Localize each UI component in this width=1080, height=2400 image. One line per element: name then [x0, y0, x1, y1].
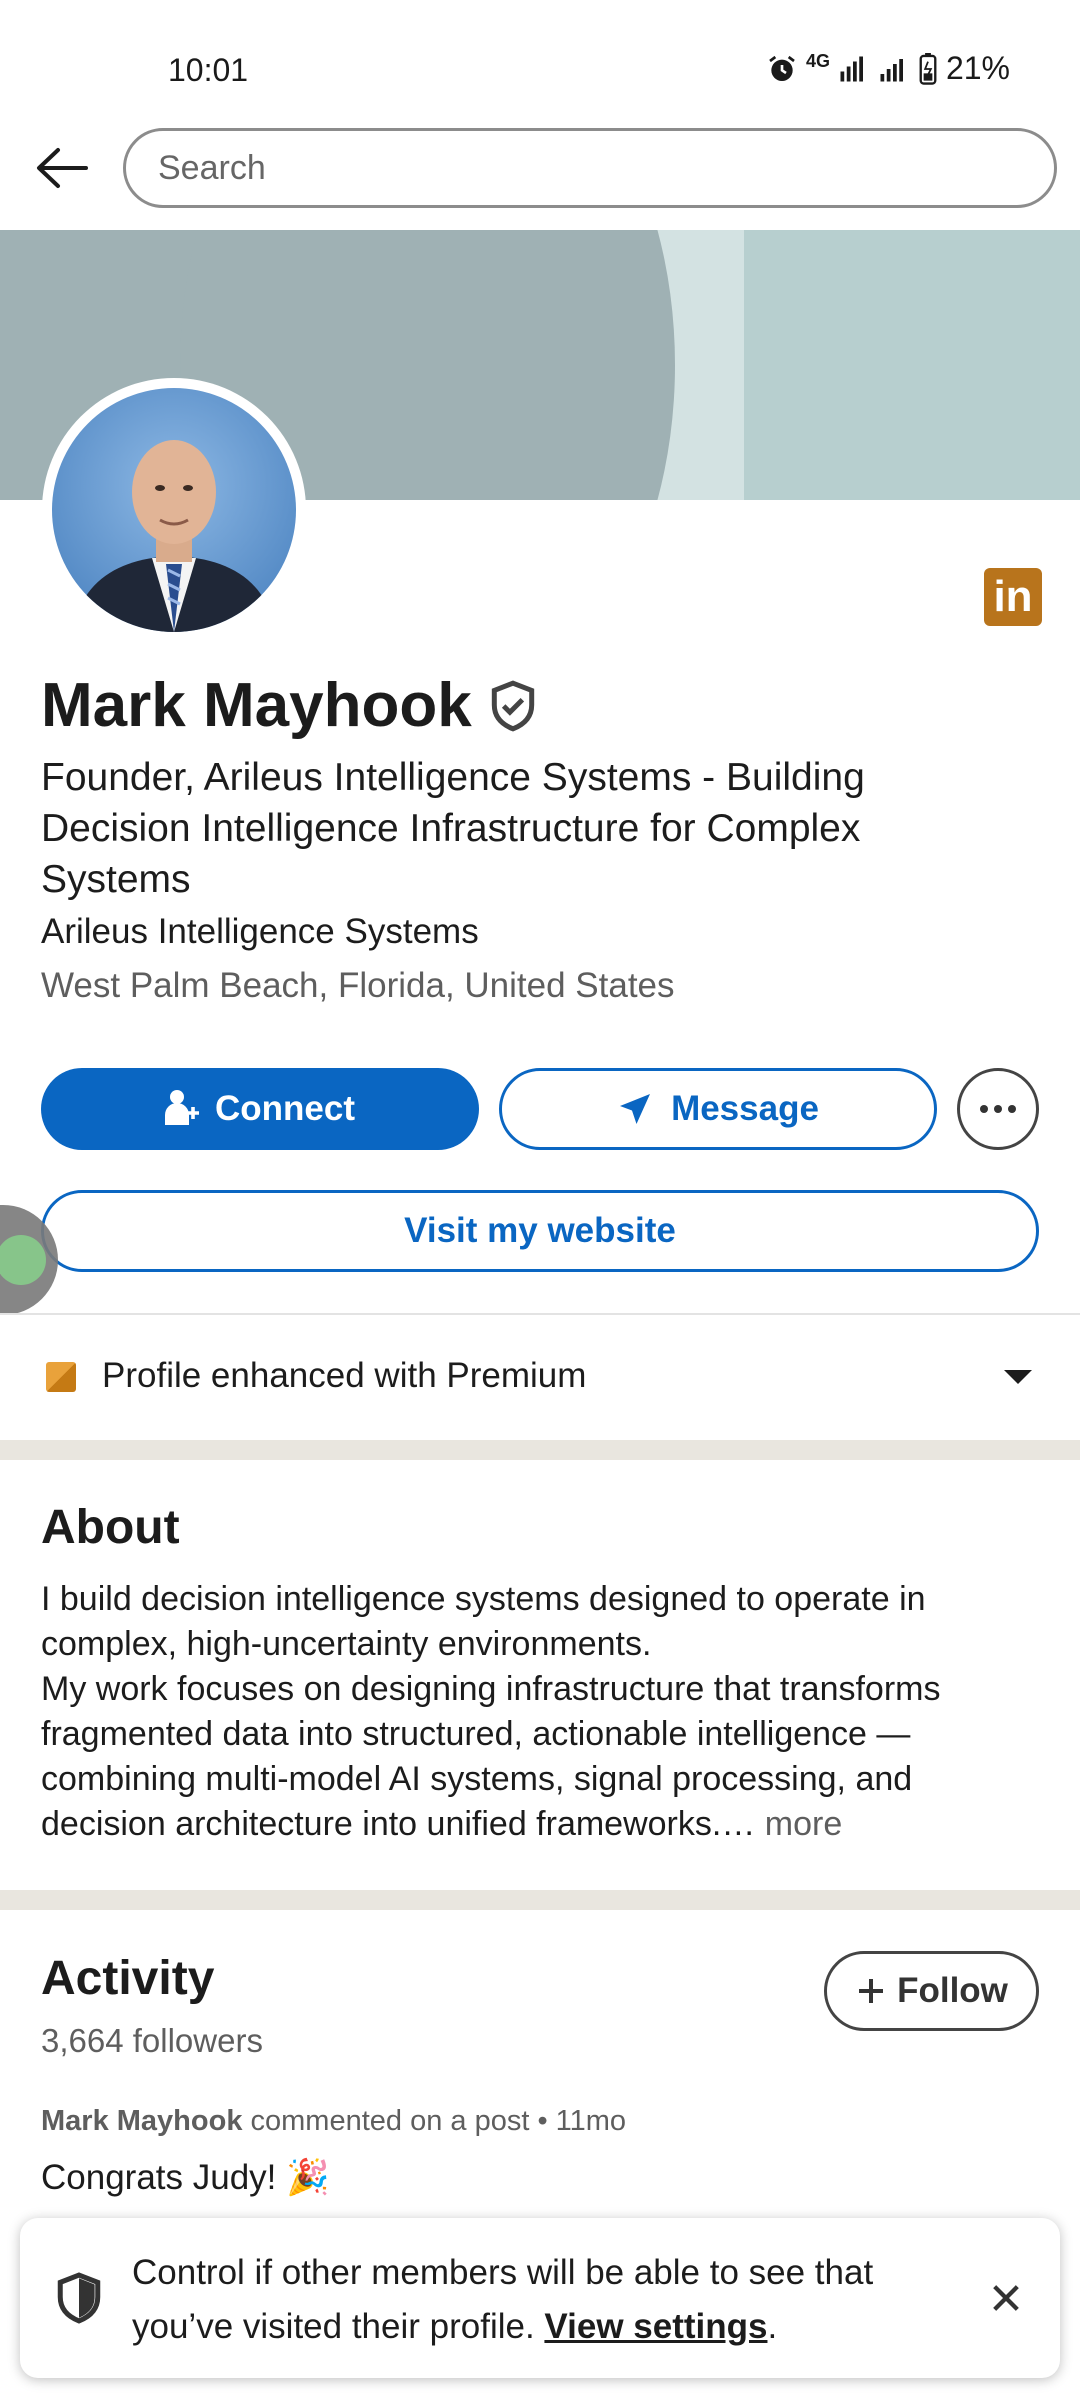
premium-icon — [46, 1362, 76, 1392]
privacy-toast: Control if other members will be able to… — [20, 2218, 1060, 2378]
visit-website-button[interactable]: Visit my website — [41, 1190, 1039, 1272]
section-divider — [0, 1440, 1080, 1460]
about-title: About — [41, 1501, 180, 1554]
caret-down-icon — [1004, 1370, 1032, 1384]
add-person-icon — [165, 1090, 199, 1125]
connect-button[interactable]: Connect — [41, 1068, 479, 1150]
more-horizontal-icon — [980, 1105, 1016, 1113]
verified-shield-icon[interactable] — [488, 679, 538, 733]
message-button[interactable]: Message — [499, 1068, 937, 1150]
about-text: I build decision intelligence systems de… — [41, 1577, 1041, 1847]
profile-location: West Palm Beach, Florida, United States — [41, 966, 675, 1005]
premium-row[interactable]: Profile enhanced with Premium — [0, 1318, 1080, 1438]
avatar[interactable] — [42, 378, 306, 642]
see-more-link[interactable]: more — [755, 1805, 842, 1843]
activity-meta: Mark Mayhook commented on a post • 11mo — [41, 2105, 626, 2138]
battery-level: 21% — [945, 50, 1010, 86]
activity-author[interactable]: Mark Mayhook — [41, 2105, 242, 2137]
back-button[interactable] — [26, 136, 98, 200]
plus-icon — [859, 1979, 884, 2003]
signal-icon-2 — [880, 58, 903, 81]
profile-name: Mark Mayhook — [41, 671, 472, 740]
section-divider-2 — [0, 1890, 1080, 1910]
connect-label: Connect — [215, 1089, 355, 1128]
search-placeholder: Search — [158, 148, 266, 187]
view-settings-link[interactable]: View settings — [544, 2307, 767, 2346]
close-toast-button[interactable] — [978, 2270, 1034, 2326]
shield-icon — [57, 2272, 101, 2324]
profile-company[interactable]: Arileus Intelligence Systems — [41, 912, 479, 952]
divider — [0, 1313, 1080, 1315]
alarm-icon — [769, 55, 795, 81]
toast-message: Control if other members will be able to… — [132, 2246, 952, 2354]
message-label: Message — [671, 1089, 819, 1128]
toast-suffix: . — [767, 2307, 778, 2346]
arrow-left-icon — [37, 148, 88, 188]
more-options-button[interactable] — [957, 1068, 1039, 1150]
battery-icon — [919, 52, 937, 85]
activity-action: commented on a post • 11mo — [242, 2105, 627, 2137]
search-input[interactable]: Search — [123, 128, 1057, 208]
website-label: Visit my website — [404, 1211, 676, 1250]
profile-photo — [52, 388, 296, 632]
status-icons: 4G 21% — [766, 50, 1010, 87]
follow-label: Follow — [897, 1971, 1008, 2010]
follow-button[interactable]: Follow — [824, 1951, 1039, 2031]
about-body: I build decision intelligence systems de… — [41, 1580, 941, 1843]
premium-label: Profile enhanced with Premium — [102, 1356, 587, 1395]
activity-title: Activity — [41, 1952, 215, 2005]
followers-count: 3,664 followers — [41, 2022, 263, 2059]
send-icon — [620, 1094, 651, 1124]
activity-post-text[interactable]: Congrats Judy! 🎉 — [41, 2157, 330, 2198]
profile-headline: Founder, Arileus Intelligence Systems - … — [41, 756, 865, 901]
close-icon — [993, 2285, 1019, 2311]
signal-icon — [840, 56, 863, 81]
linkedin-icon: in — [984, 568, 1042, 626]
network-label: 4G — [805, 51, 830, 71]
status-time: 10:01 — [168, 52, 249, 88]
name-row: Mark Mayhook — [41, 670, 538, 741]
